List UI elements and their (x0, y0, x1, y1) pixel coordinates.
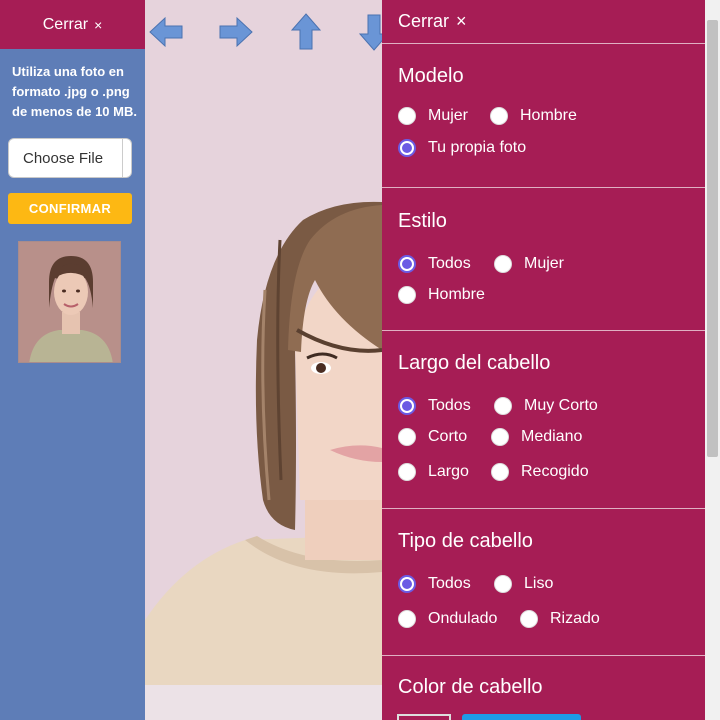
radio-button[interactable] (491, 463, 509, 481)
upload-panel-close-button[interactable]: Cerrar × (0, 0, 145, 49)
section-largo-del-cabello: Largo del cabello Todos Muy Corto Corto … (382, 331, 705, 509)
option-label: Largo (428, 463, 469, 480)
radio-button[interactable] (520, 610, 538, 628)
option-modelo-tu-propia-foto[interactable]: Tu propia foto (398, 139, 526, 157)
section-tipo-de-cabello: Tipo de cabello Todos Liso Ondulado Riza… (382, 509, 705, 656)
option-label: Muy Corto (524, 397, 598, 414)
option-row: Todos Mujer (398, 254, 689, 274)
option-label: Ondulado (428, 610, 498, 627)
radio-button-selected[interactable] (398, 139, 416, 157)
filters-close-button[interactable]: Cerrar × (382, 0, 705, 44)
option-label: Hombre (520, 107, 577, 124)
option-tipo-liso[interactable]: Liso (494, 575, 553, 593)
radio-button[interactable] (494, 575, 512, 593)
option-largo-largo[interactable]: Largo (398, 463, 491, 481)
option-row: Mujer Hombre (398, 106, 689, 126)
arrow-up-icon[interactable] (288, 12, 324, 52)
section-color-de-cabello: Color de cabello (382, 656, 705, 720)
option-modelo-hombre[interactable]: Hombre (490, 107, 577, 125)
uploaded-photo-thumbnail[interactable] (18, 241, 121, 363)
section-estilo: Estilo Todos Mujer Hombre (382, 188, 705, 331)
option-label: Tu propia foto (428, 139, 527, 156)
option-largo-corto[interactable]: Corto (398, 428, 491, 446)
close-button-label: Cerrar (42, 15, 89, 33)
upload-panel: Cerrar × Utiliza una foto en formato .jp… (0, 0, 145, 720)
option-tipo-todos[interactable]: Todos (398, 575, 494, 593)
scrollbar-thumb[interactable] (707, 20, 718, 457)
radio-button[interactable] (398, 463, 416, 481)
arrow-down-icon[interactable] (356, 12, 382, 52)
option-row: Hombre (398, 285, 689, 305)
option-label: Recogido (521, 463, 589, 480)
radio-button[interactable] (398, 428, 416, 446)
section-title: Tipo de cabello (398, 530, 533, 552)
radio-button-selected[interactable] (398, 255, 416, 273)
option-label: Todos (428, 255, 471, 272)
stage-footer (145, 685, 382, 720)
option-tipo-ondulado[interactable]: Ondulado (398, 610, 520, 628)
close-icon: × (94, 16, 103, 33)
portrait-thumbnail-image (19, 242, 120, 362)
preview-stage (145, 0, 382, 720)
option-largo-todos[interactable]: Todos (398, 397, 494, 415)
option-label: Rizado (550, 610, 600, 627)
option-estilo-hombre[interactable]: Hombre (398, 286, 485, 304)
option-largo-muy-corto[interactable]: Muy Corto (494, 397, 598, 415)
option-modelo-mujer[interactable]: Mujer (398, 107, 490, 125)
option-largo-mediano[interactable]: Mediano (491, 428, 582, 446)
option-label: Corto (428, 428, 468, 445)
arrow-right-icon[interactable] (218, 12, 254, 52)
page-scrollbar[interactable] (705, 0, 720, 720)
option-row: Largo Recogido (398, 462, 689, 482)
radio-button[interactable] (494, 255, 512, 273)
option-label: Mujer (428, 107, 469, 124)
option-tipo-rizado[interactable]: Rizado (520, 610, 600, 628)
radio-button-selected[interactable] (398, 575, 416, 593)
option-row: Todos Muy Corto (398, 396, 689, 416)
option-label: Mediano (521, 428, 583, 445)
hairstyle-preview-image (145, 200, 382, 685)
radio-button-selected[interactable] (398, 397, 416, 415)
file-button-label: Choose File (23, 149, 104, 167)
option-row: Tu propia foto (398, 138, 689, 158)
radio-button[interactable] (491, 428, 509, 446)
position-arrows (145, 12, 382, 56)
section-modelo: Modelo Mujer Hombre Tu propia foto (382, 44, 705, 188)
file-upload-input[interactable]: Choose File (8, 138, 132, 178)
close-button-label: Cerrar (398, 11, 450, 31)
option-row: Corto Mediano (398, 427, 689, 447)
section-title: Largo del cabello (398, 352, 551, 374)
file-input-divider (122, 139, 123, 177)
confirm-button[interactable]: CONFIRMAR (8, 193, 132, 224)
radio-button[interactable] (494, 397, 512, 415)
upload-instructions: Utiliza una foto en formato .jpg o .png … (12, 64, 137, 119)
option-label: Mujer (524, 255, 565, 272)
option-label: Liso (524, 575, 554, 592)
option-estilo-todos[interactable]: Todos (398, 255, 494, 273)
option-label: Todos (428, 397, 471, 414)
option-label: Hombre (428, 286, 485, 303)
radio-button[interactable] (490, 107, 508, 125)
section-title: Estilo (398, 210, 447, 232)
radio-button[interactable] (398, 610, 416, 628)
option-label: Todos (428, 575, 471, 592)
close-icon: × (456, 11, 467, 31)
color-option-button[interactable] (462, 714, 581, 720)
arrow-left-icon[interactable] (148, 12, 184, 52)
option-row: Ondulado Rizado (398, 609, 689, 629)
radio-button[interactable] (398, 286, 416, 304)
option-row: Todos Liso (398, 574, 689, 594)
option-estilo-mujer[interactable]: Mujer (494, 255, 564, 273)
section-title: Modelo (398, 65, 464, 87)
filters-panel: Cerrar × Modelo Mujer Hombre Tu propia f… (382, 0, 705, 720)
color-swatch[interactable] (397, 714, 451, 720)
section-title: Color de cabello (398, 676, 543, 698)
radio-button[interactable] (398, 107, 416, 125)
option-largo-recogido[interactable]: Recogido (491, 463, 589, 481)
